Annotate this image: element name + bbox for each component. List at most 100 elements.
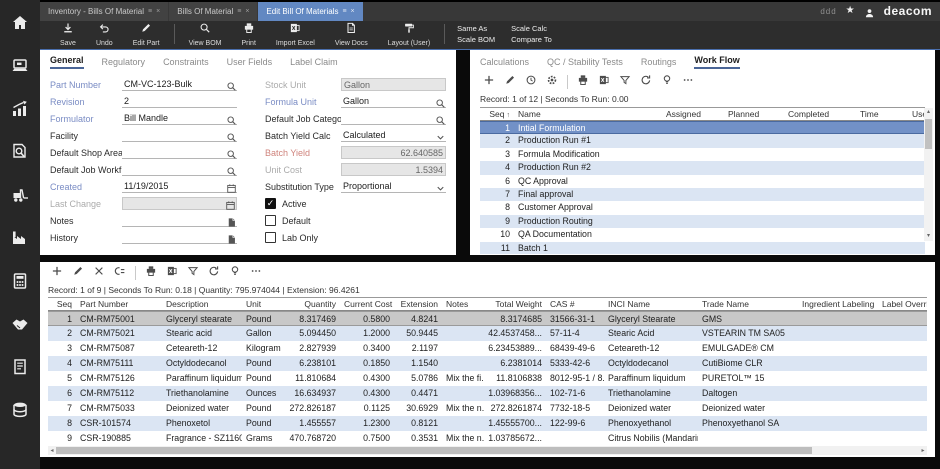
print-button[interactable] — [574, 74, 592, 90]
more-button[interactable] — [247, 265, 265, 281]
created-field[interactable]: 11/19/2015 — [122, 180, 237, 193]
revision-field[interactable]: 2 — [122, 95, 237, 108]
column-header-part-number[interactable]: Part Number — [76, 298, 162, 310]
window-tab[interactable]: Bills Of Material≡× — [169, 2, 257, 21]
save-button[interactable]: Save — [50, 21, 86, 47]
scroll-left-icon[interactable]: ◂ — [48, 447, 56, 454]
tab-close-icon[interactable]: × — [156, 8, 160, 15]
column-header-completed[interactable]: Completed — [784, 108, 856, 120]
table-row[interactable]: 7CM-RM75033Deionized waterPound272.82618… — [48, 401, 927, 416]
scroll-up-icon[interactable]: ▴ — [927, 108, 930, 117]
column-header-trade-name[interactable]: Trade Name — [698, 298, 798, 310]
tab-work-flow[interactable]: Work Flow — [694, 55, 739, 69]
column-header-quantity[interactable]: Quantity — [282, 298, 340, 310]
sidebar-item-terminal[interactable] — [8, 57, 32, 79]
scrollbar-thumb[interactable] — [56, 447, 812, 454]
excel-button[interactable] — [595, 74, 613, 90]
checkbox-lab-only[interactable] — [265, 232, 276, 243]
table-row[interactable]: 11Batch 1 — [480, 242, 925, 254]
default-job-workflow-field[interactable] — [122, 163, 237, 176]
table-row[interactable]: 5CM-RM75126Paraffinum liquidumPound11.81… — [48, 371, 927, 386]
tab-routings[interactable]: Routings — [641, 57, 677, 69]
sidebar-item-data[interactable] — [8, 401, 32, 423]
table-row[interactable]: 4CM-RM75111OctyldodecanolPound6.2381010.… — [48, 356, 927, 371]
column-header-current-cost[interactable]: Current Cost — [340, 298, 394, 310]
sidebar-item-production[interactable] — [8, 229, 32, 251]
window-tab[interactable]: Edit Bill Of Materials≡× — [258, 2, 362, 21]
facility-field[interactable] — [122, 129, 237, 142]
chevron-down-icon[interactable] — [435, 130, 446, 141]
favorite-star-icon[interactable]: ★ — [846, 6, 855, 16]
gear-button[interactable] — [543, 74, 561, 90]
search-icon[interactable] — [435, 113, 446, 124]
window-tab[interactable]: Inventory - Bills Of Material≡× — [40, 2, 168, 21]
formula-unit-field[interactable]: Gallon — [341, 95, 446, 108]
import-excel-button[interactable]: Import Excel — [266, 21, 325, 47]
table-row[interactable]: 4Production Run #2 — [480, 161, 925, 174]
column-header-user[interactable]: User — [908, 108, 925, 120]
refresh-button[interactable] — [637, 74, 655, 90]
sidebar-item-sales[interactable] — [8, 100, 32, 122]
table-row[interactable]: 8CSR-101574PhenoxetolPound1.4555571.2300… — [48, 416, 927, 431]
table-row[interactable]: 1Intial Formulation — [480, 121, 925, 134]
default-job-category-field[interactable] — [341, 112, 446, 125]
column-header-name[interactable]: Name — [514, 108, 662, 120]
column-header-total-weight[interactable]: Total Weight — [484, 298, 546, 310]
tab-regulatory[interactable]: Regulatory — [102, 57, 146, 69]
sidebar-item-accounting[interactable] — [8, 272, 32, 294]
table-row[interactable]: 2CM-RM75021Stearic acidGallon5.0944501.2… — [48, 326, 927, 341]
table-row[interactable]: 7Final approval — [480, 188, 925, 201]
column-header-time[interactable]: Time — [856, 108, 908, 120]
tab-general[interactable]: General — [50, 55, 84, 69]
tab-close-icon[interactable]: × — [245, 8, 249, 15]
checkbox-default[interactable] — [265, 215, 276, 226]
history-button[interactable] — [522, 74, 540, 90]
bulb-button[interactable] — [226, 265, 244, 281]
bom-horizontal-scrollbar[interactable]: ◂ ▸ — [48, 446, 927, 455]
sidebar-item-reporting[interactable] — [8, 358, 32, 380]
tab-menu-icon[interactable]: ≡ — [342, 8, 346, 15]
tab-user-fields[interactable]: User Fields — [227, 57, 273, 69]
undo-button[interactable]: Undo — [86, 21, 123, 47]
same-as-button[interactable]: Same As — [457, 24, 495, 34]
sidebar-item-home[interactable] — [8, 14, 32, 36]
column-header-notes[interactable]: Notes — [442, 298, 484, 310]
edit-button[interactable] — [69, 265, 87, 281]
excel-button[interactable] — [163, 265, 181, 281]
scroll-down-icon[interactable]: ▾ — [927, 232, 930, 241]
search-icon[interactable] — [435, 96, 446, 107]
table-row[interactable]: 10QA Documentation — [480, 228, 925, 241]
checkbox-active[interactable]: ✓ — [265, 198, 276, 209]
table-row[interactable]: 9Production Routing — [480, 215, 925, 228]
table-row[interactable]: 2Production Run #1 — [480, 134, 925, 147]
add-button[interactable] — [48, 265, 66, 281]
column-header-seq[interactable]: Seq — [48, 298, 76, 310]
edit-button[interactable] — [501, 74, 519, 90]
column-header-inci-name[interactable]: INCI Name — [604, 298, 698, 310]
calendar-icon[interactable] — [225, 198, 236, 209]
calendar-icon[interactable] — [226, 181, 237, 192]
search-icon[interactable] — [226, 130, 237, 141]
tab-qc-stability-tests[interactable]: QC / Stability Tests — [547, 57, 623, 69]
table-row[interactable]: 8Customer Approval — [480, 201, 925, 214]
bulb-button[interactable] — [658, 74, 676, 90]
column-header-assigned[interactable]: Assigned — [662, 108, 724, 120]
layout-user-button[interactable]: Layout (User) — [378, 21, 440, 47]
column-header-description[interactable]: Description — [162, 298, 242, 310]
tab-menu-icon[interactable]: ≡ — [237, 8, 241, 15]
view-docs-button[interactable]: View Docs — [325, 21, 378, 47]
filter-button[interactable] — [184, 265, 202, 281]
table-row[interactable]: 6CM-RM75112TriethanolamineOunces16.63493… — [48, 386, 927, 401]
scale-calc-button[interactable]: Scale Calc — [511, 24, 552, 34]
print-button[interactable]: Print — [232, 21, 266, 47]
sidebar-item-inventory[interactable] — [8, 186, 32, 208]
chevron-down-icon[interactable] — [435, 181, 446, 192]
refresh-button[interactable] — [205, 265, 223, 281]
column-header-extension[interactable]: Extension — [394, 298, 442, 310]
user-icon[interactable] — [864, 6, 875, 17]
substitution-type-field[interactable]: Proportional — [341, 180, 446, 193]
column-header-cas[interactable]: CAS # — [546, 298, 604, 310]
column-header-planned[interactable]: Planned — [724, 108, 784, 120]
compare-to-button[interactable]: Compare To — [511, 35, 552, 45]
search-icon[interactable] — [226, 164, 237, 175]
